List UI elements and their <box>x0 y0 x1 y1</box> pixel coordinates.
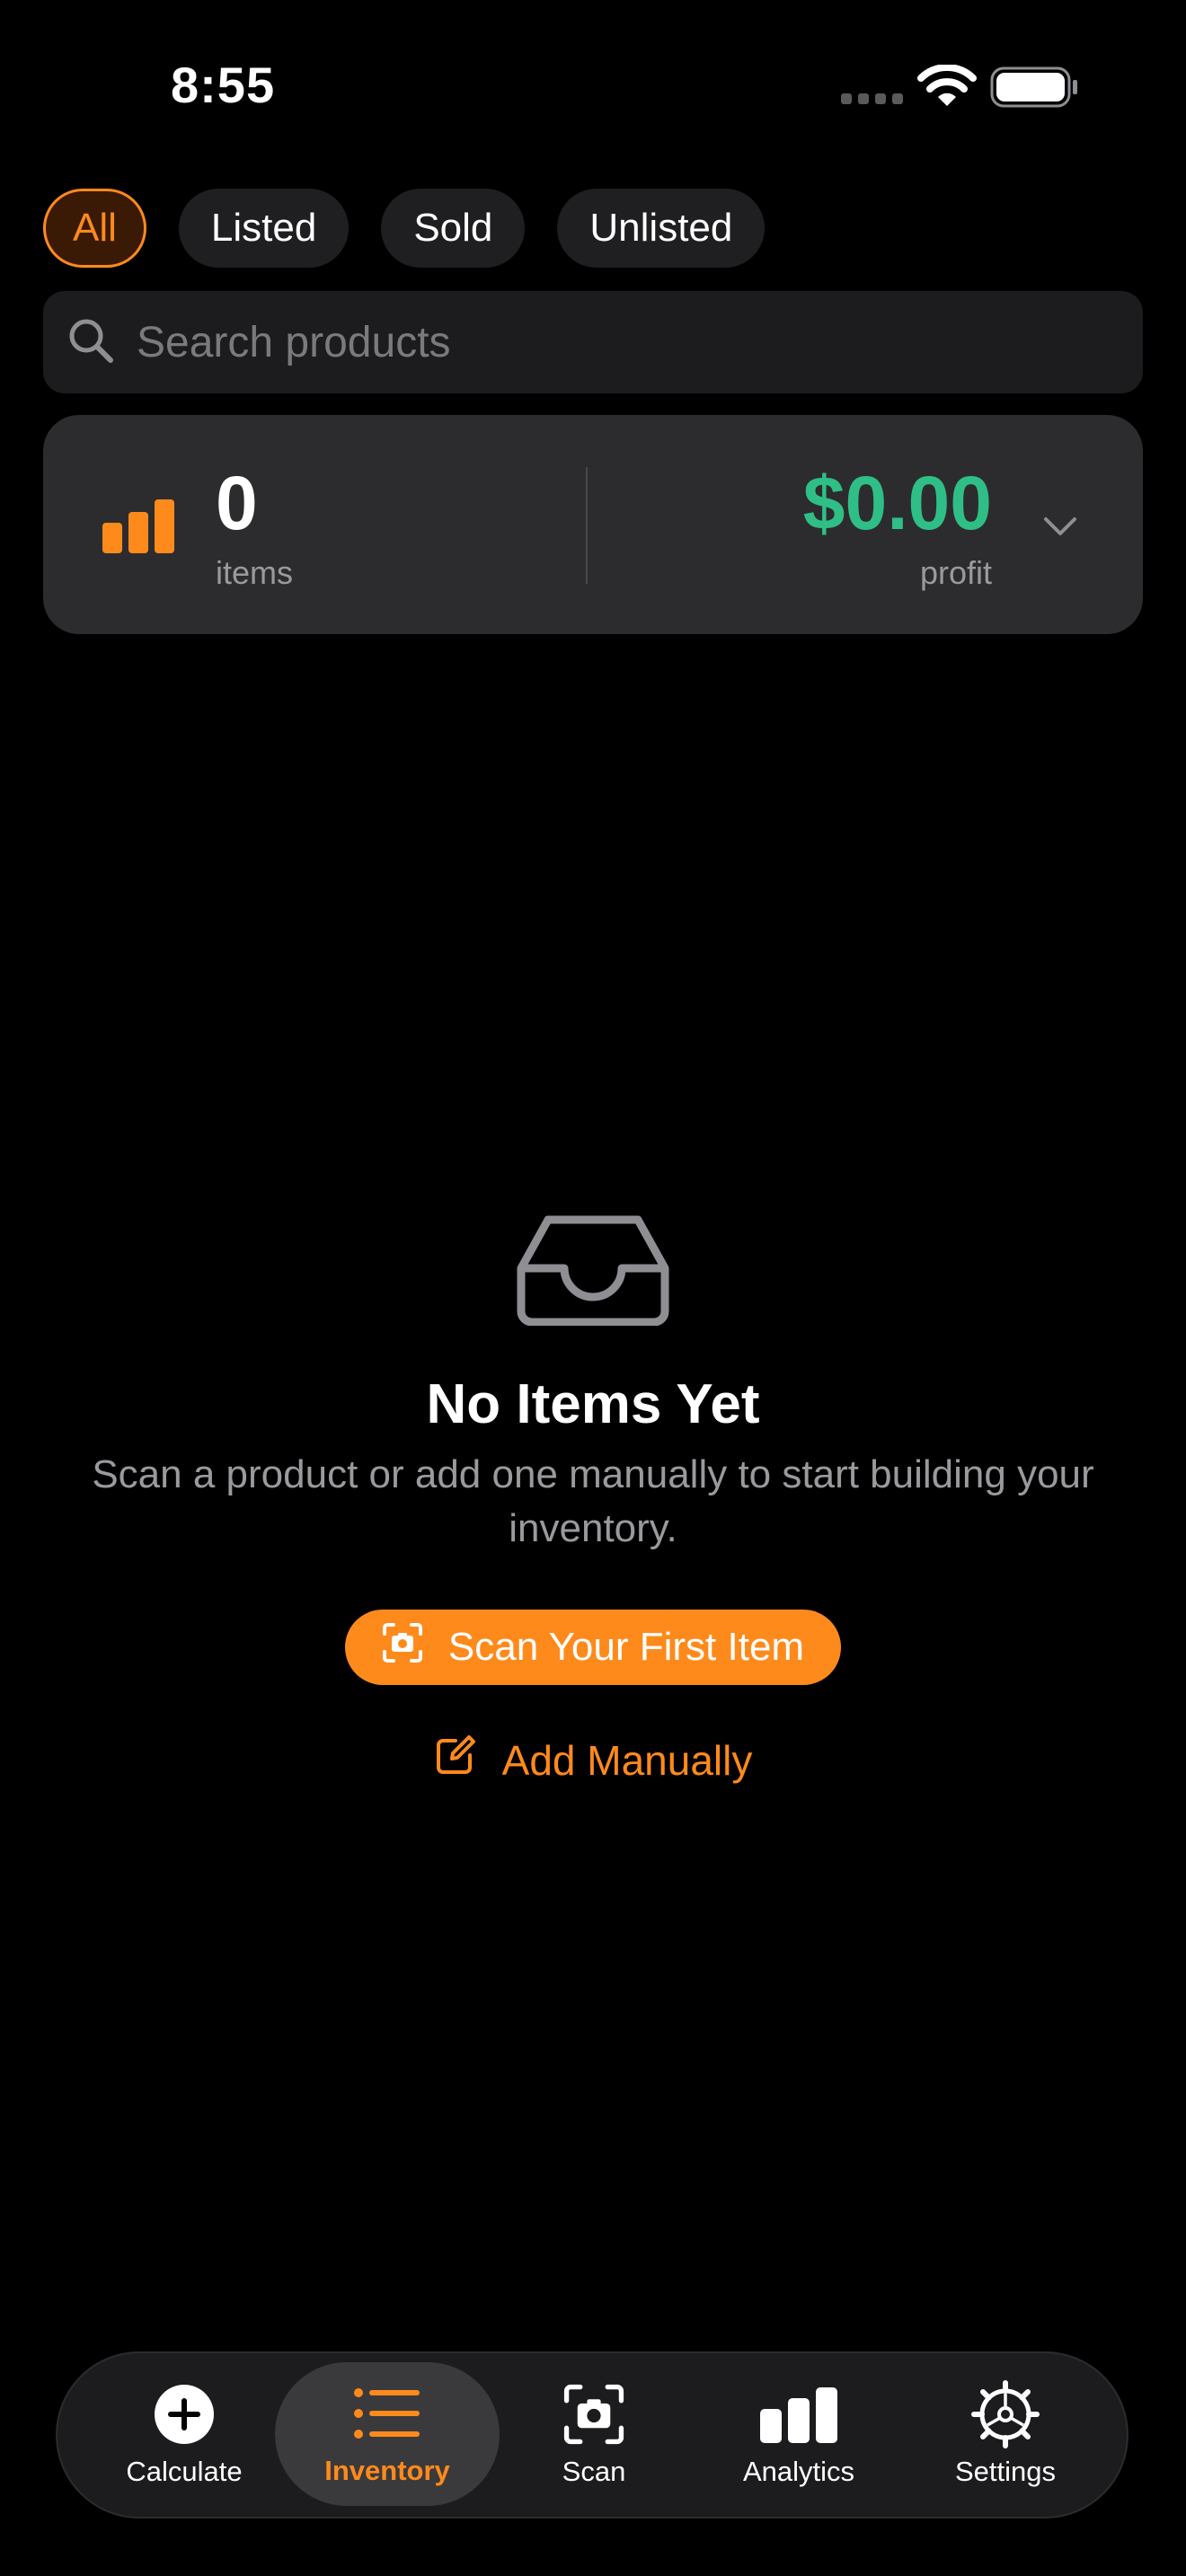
status-time: 8:55 <box>171 57 276 113</box>
search-icon <box>66 316 115 369</box>
tab-bar: Calculate Inventory Scan Analytics Setti… <box>56 2351 1128 2519</box>
plus-circle-icon <box>153 2382 216 2447</box>
profit-value: $0.00 <box>802 461 992 545</box>
filter-chip-all[interactable]: All <box>43 189 146 268</box>
battery-icon <box>990 66 1080 112</box>
empty-state-title: No Items Yet <box>426 1373 760 1435</box>
profit-label: profit <box>919 554 992 591</box>
filter-chip-listed[interactable]: Listed <box>178 189 350 268</box>
empty-state-message: Scan a product or add one manually to st… <box>92 1452 1094 1550</box>
add-manually-button[interactable]: Add Manually <box>0 1734 1186 1786</box>
bar-chart-icon <box>758 2382 839 2447</box>
tab-scan[interactable]: Scan <box>482 2353 706 2517</box>
square-pencil-icon <box>434 1734 477 1786</box>
summary-divider <box>586 467 588 584</box>
tab-label: Scan <box>562 2456 626 2487</box>
wifi-icon <box>916 64 978 114</box>
filter-chip-unlisted[interactable]: Unlisted <box>557 189 766 268</box>
chevron-down-icon[interactable] <box>1042 516 1078 542</box>
filter-chip-sold[interactable]: Sold <box>381 189 526 268</box>
item-count-label: items <box>216 554 294 591</box>
add-manually-label: Add Manually <box>501 1736 753 1784</box>
tab-settings[interactable]: Settings <box>893 2353 1118 2517</box>
gear-icon <box>971 2380 1040 2448</box>
tab-label: Analytics <box>742 2456 855 2487</box>
tab-inventory[interactable]: Inventory <box>275 2362 500 2506</box>
camera-viewfinder-icon <box>562 2382 625 2447</box>
search-placeholder: Search products <box>137 318 451 366</box>
list-icon <box>353 2381 421 2446</box>
tab-label: Calculate <box>126 2456 243 2487</box>
camera-viewfinder-icon <box>382 1622 423 1673</box>
bar-chart-icon <box>101 496 176 558</box>
tab-calculate[interactable]: Calculate <box>72 2353 296 2517</box>
search-input[interactable]: Search products <box>43 291 1143 393</box>
tray-icon <box>516 1214 670 1330</box>
tab-analytics[interactable]: Analytics <box>686 2353 911 2517</box>
cellular-signal-icon <box>841 93 903 104</box>
item-count: 0 <box>216 461 258 545</box>
tab-label: Inventory <box>324 2455 450 2486</box>
tab-label: Settings <box>954 2456 1056 2487</box>
scan-first-item-label: Scan Your First Item <box>447 1625 805 1669</box>
scan-first-item-button[interactable]: Scan Your First Item <box>345 1610 841 1685</box>
filter-chips: All Listed Sold Unlisted <box>43 189 766 268</box>
inventory-summary-card[interactable]: 0 items $0.00 profit <box>43 415 1143 634</box>
